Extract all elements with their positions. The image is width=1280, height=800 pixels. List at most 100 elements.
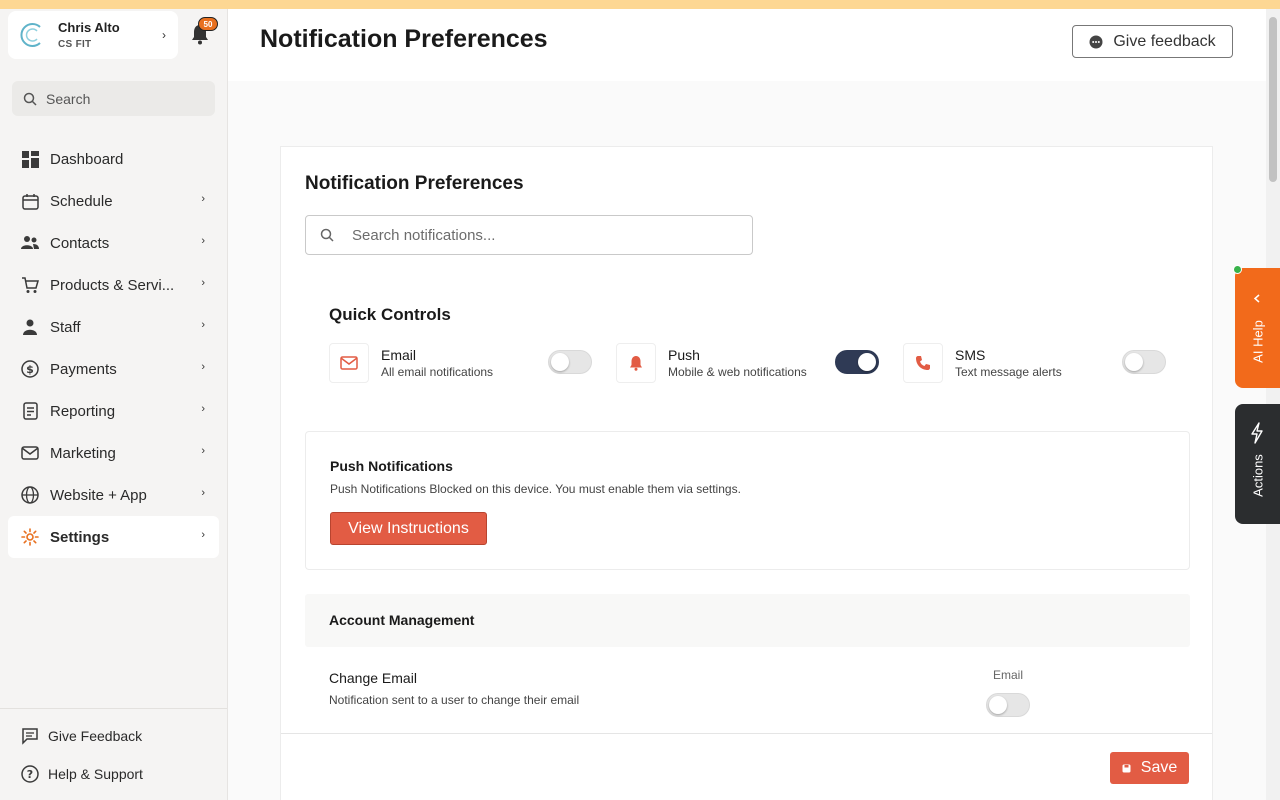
top-banner-strip (0, 0, 1280, 9)
globe-icon (21, 486, 39, 504)
help-support-link[interactable]: ? Help & Support (0, 755, 227, 793)
svg-text:?: ? (27, 768, 33, 781)
contacts-icon (21, 234, 39, 252)
save-button-label: Save (1140, 759, 1178, 776)
sidebar-item-staff[interactable]: Staff › (8, 306, 219, 348)
sidebar-item-label: Marketing (50, 444, 116, 462)
page-title: Notification Preferences (260, 25, 548, 53)
sidebar-item-label: Products & Servi... (50, 276, 175, 294)
sidebar-item-label: Staff (50, 318, 81, 336)
scrollbar-thumb[interactable] (1269, 17, 1277, 182)
quick-control-push: Push Mobile & web notifications (616, 343, 881, 385)
sidebar-item-contacts[interactable]: Contacts › (8, 222, 219, 264)
email-toggle[interactable] (548, 350, 592, 374)
feedback-icon (22, 728, 38, 745)
sidebar-item-reporting[interactable]: Reporting › (8, 390, 219, 432)
actions-tab[interactable]: Actions (1235, 404, 1280, 524)
report-icon (21, 402, 39, 420)
sidebar-item-website-app[interactable]: Website + App › (8, 474, 219, 516)
svg-text:$: $ (26, 363, 34, 376)
push-toggle[interactable] (835, 350, 879, 374)
notification-search-input[interactable] (352, 226, 722, 244)
sidebar-item-schedule[interactable]: Schedule › (8, 180, 219, 222)
chat-bubble-icon (1089, 35, 1103, 48)
search-icon (320, 228, 334, 242)
sidebar-item-label: Payments (50, 360, 117, 378)
dollar-circle-icon: $ (21, 360, 39, 378)
give-feedback-button[interactable]: Give feedback (1072, 25, 1233, 58)
help-icon: ? (21, 765, 39, 783)
dashboard-icon (21, 150, 39, 168)
ai-help-label: AI Help (1250, 320, 1266, 363)
sidebar-item-settings[interactable]: Settings › (8, 516, 219, 558)
ai-help-tab[interactable]: AI Help (1233, 265, 1280, 388)
account-org: CS FIT (58, 39, 92, 50)
chevron-right-icon: › (201, 277, 205, 289)
push-panel-description: Push Notifications Blocked on this devic… (330, 482, 741, 496)
page-header: Notification Preferences Give feedback (228, 9, 1266, 81)
save-icon (1122, 764, 1131, 772)
mail-icon (21, 444, 39, 462)
chevron-right-icon: › (201, 487, 205, 499)
toggle-knob (858, 353, 876, 371)
account-name: Chris Alto (58, 20, 120, 35)
give-feedback-button-label: Give feedback (1113, 32, 1216, 50)
notification-search (305, 215, 753, 255)
sidebar-item-dashboard[interactable]: Dashboard (8, 138, 219, 180)
change-email-title: Change Email (329, 670, 417, 686)
calendar-icon (21, 192, 39, 210)
view-instructions-button[interactable]: View Instructions (330, 512, 487, 545)
card-footer: Save (281, 733, 1212, 800)
toggle-knob (989, 696, 1007, 714)
quick-control-email: Email All email notifications (329, 343, 594, 385)
account-management-title: Account Management (329, 612, 475, 628)
sidebar-item-label: Settings (50, 528, 110, 546)
toggle-knob (551, 353, 569, 371)
account-switcher[interactable]: Chris Alto CS FIT › (8, 11, 178, 59)
chevron-right-icon: › (201, 193, 205, 205)
account-management-header: Account Management (305, 594, 1190, 647)
sidebar-item-label: Dashboard (50, 150, 124, 168)
notification-count-badge: 50 (198, 17, 218, 31)
actions-label: Actions (1250, 454, 1266, 497)
card-title: Notification Preferences (305, 173, 524, 194)
search-icon (23, 92, 37, 106)
sidebar: Chris Alto CS FIT › 50 Search Dashboard … (0, 9, 228, 800)
chevron-right-icon: › (162, 28, 166, 42)
cart-icon (21, 276, 39, 294)
online-status-dot (1233, 265, 1242, 274)
help-support-label: Help & Support (48, 766, 143, 782)
save-button[interactable]: Save (1110, 752, 1189, 784)
give-feedback-link[interactable]: Give Feedback (0, 717, 227, 755)
quick-control-subtitle: Text message alerts (955, 365, 1062, 379)
chevron-left-icon (1253, 294, 1260, 303)
sidebar-nav: Dashboard Schedule › Contacts › Products… (8, 138, 219, 558)
sms-toggle[interactable] (1122, 350, 1166, 374)
quick-control-title: Push (668, 347, 700, 363)
sidebar-search[interactable]: Search (12, 81, 215, 116)
quick-control-title: Email (381, 347, 417, 363)
push-panel-title: Push Notifications (330, 458, 453, 474)
chevron-right-icon: › (201, 445, 205, 457)
phone-icon (903, 343, 943, 383)
change-email-description: Notification sent to a user to change th… (329, 693, 580, 707)
change-email-toggle[interactable] (986, 693, 1030, 717)
lightning-icon (1251, 422, 1263, 444)
quick-control-subtitle: All email notifications (381, 365, 494, 379)
quick-control-title: SMS (955, 347, 986, 363)
chevron-right-icon: › (201, 319, 205, 331)
sidebar-item-products-services[interactable]: Products & Servi... › (8, 264, 219, 306)
quick-controls-title: Quick Controls (329, 305, 451, 324)
person-icon (21, 318, 39, 336)
chevron-right-icon: › (201, 361, 205, 373)
sidebar-item-payments[interactable]: $ Payments › (8, 348, 219, 390)
toggle-knob (1125, 353, 1143, 371)
quick-control-sms: SMS Text message alerts (903, 343, 1168, 385)
preferences-card: Notification Preferences Quick Controls … (280, 146, 1213, 800)
sidebar-item-marketing[interactable]: Marketing › (8, 432, 219, 474)
sidebar-search-label: Search (46, 90, 91, 107)
gear-icon (21, 528, 39, 546)
chevron-right-icon: › (201, 235, 205, 247)
sidebar-item-label: Schedule (50, 192, 113, 210)
give-feedback-label: Give Feedback (48, 728, 143, 744)
